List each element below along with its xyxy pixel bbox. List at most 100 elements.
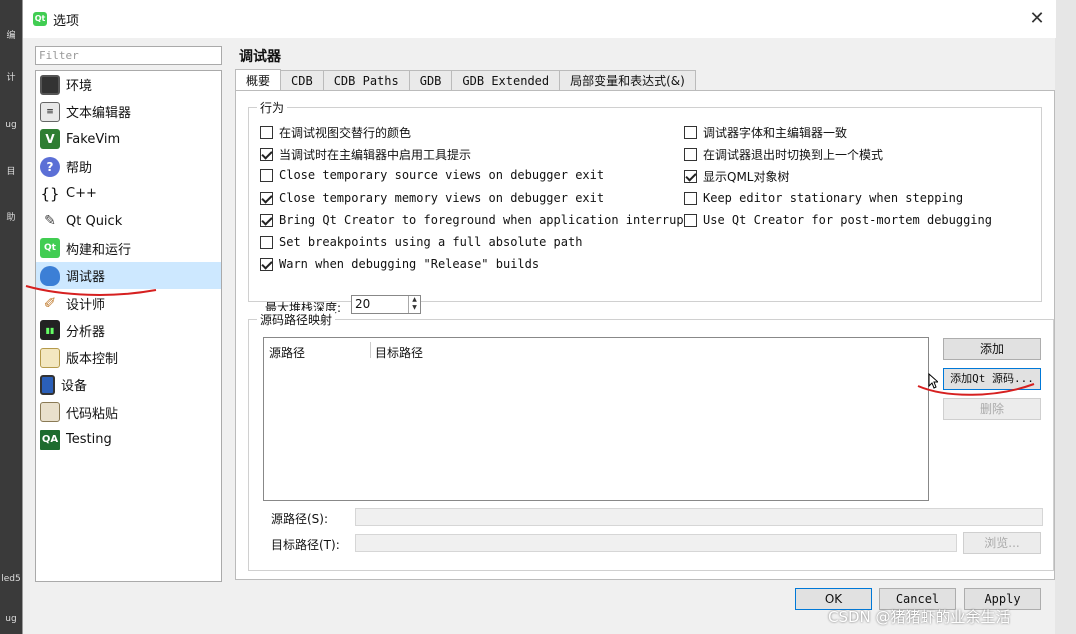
page-title: 调试器 bbox=[239, 49, 281, 65]
checkbox-label: Close temporary source views on debugger… bbox=[279, 168, 605, 182]
target-path-label: 目标路径(T): bbox=[271, 538, 340, 552]
checkbox-box[interactable] bbox=[260, 257, 273, 271]
mode-debug-label[interactable]: ug bbox=[0, 120, 22, 130]
nav-item-devices[interactable]: 设备 bbox=[36, 371, 221, 398]
checkbox-box[interactable] bbox=[260, 168, 273, 182]
stack-depth-value: 20 bbox=[355, 297, 371, 311]
checkbox-box[interactable] bbox=[684, 213, 697, 227]
mode-help-label[interactable]: 助 bbox=[0, 210, 22, 223]
nav-item-build-run[interactable]: Qt 构建和运行 bbox=[36, 235, 221, 262]
mode-edit-label[interactable]: 编 bbox=[0, 28, 22, 41]
checkbox-label: Set breakpoints using a full absolute pa… bbox=[279, 235, 583, 249]
analyzer-icon: ▮▮ bbox=[40, 320, 60, 341]
checkbox-box[interactable] bbox=[684, 148, 697, 161]
close-button[interactable]: ✕ bbox=[1023, 6, 1051, 32]
add-mapping-button[interactable]: 添加 bbox=[943, 338, 1041, 360]
checkbox-label: Warn when debugging "Release" builds bbox=[279, 257, 540, 271]
background-window bbox=[1055, 0, 1076, 634]
nav-item-designer[interactable]: ✐ 设计师 bbox=[36, 289, 221, 316]
nav-item-help[interactable]: ? 帮助 bbox=[36, 153, 221, 180]
nav-item-label: 设计师 bbox=[66, 297, 106, 313]
checkbox-label: Keep editor stationary when stepping bbox=[703, 191, 964, 205]
column-separator bbox=[370, 342, 371, 358]
tab-general[interactable]: 概要 bbox=[235, 69, 282, 91]
keep-editor-stationary-checkbox[interactable]: Keep editor stationary when stepping bbox=[684, 191, 963, 205]
tab-gdb[interactable]: GDB bbox=[408, 70, 453, 91]
add-qt-sources-button[interactable]: 添加Qt 源码... bbox=[943, 368, 1041, 390]
kit-selector-label[interactable]: led5 bbox=[0, 574, 22, 584]
post-mortem-debugging-checkbox[interactable]: Use Qt Creator for post-mortem debugging bbox=[684, 213, 992, 227]
nav-item-label: 文本编辑器 bbox=[66, 106, 132, 122]
filter-input[interactable] bbox=[35, 46, 222, 65]
nav-item-environment[interactable]: 环境 bbox=[36, 71, 221, 98]
checkbox-label: Bring Qt Creator to foreground when appl… bbox=[279, 213, 699, 227]
category-list: 环境 ≡ 文本编辑器 V FakeVim ? 帮助 {} C++ ✎ Qt Qu… bbox=[35, 70, 222, 582]
mode-design-label[interactable]: 计 bbox=[0, 70, 22, 83]
tab-gdb-extended[interactable]: GDB Extended bbox=[451, 70, 561, 91]
ide-mode-bar: 编 计 ug 目 助 led5 ug bbox=[0, 0, 22, 634]
checkbox-box[interactable] bbox=[260, 235, 273, 249]
tab-cdb[interactable]: CDB bbox=[280, 70, 324, 91]
nav-item-code-paste[interactable]: 代码粘贴 bbox=[36, 399, 221, 426]
source-path-field[interactable] bbox=[355, 508, 1043, 526]
source-mapping-group-title: 源码路径映射 bbox=[257, 311, 336, 328]
qa-testing-icon: QA bbox=[40, 429, 60, 450]
absolute-path-breakpoints-checkbox[interactable]: Set breakpoints using a full absolute pa… bbox=[260, 235, 582, 249]
source-mapping-table[interactable]: 源路径 目标路径 bbox=[263, 337, 929, 501]
nav-item-cpp[interactable]: {} C++ bbox=[36, 180, 221, 207]
nav-item-label: C++ bbox=[66, 186, 97, 202]
watermark: CSDN @猪猪虾的业余生活 bbox=[828, 608, 1011, 626]
debugger-font-checkbox[interactable]: 调试器字体和主编辑器一致 bbox=[684, 124, 847, 141]
checkbox-box[interactable] bbox=[684, 191, 697, 205]
checkbox-box[interactable] bbox=[260, 213, 273, 227]
nav-item-label: 帮助 bbox=[66, 161, 93, 177]
nav-item-analyzer[interactable]: ▮▮ 分析器 bbox=[36, 317, 221, 344]
checkbox-box[interactable] bbox=[684, 126, 697, 139]
version-control-icon bbox=[40, 347, 60, 368]
tab-cdb-paths[interactable]: CDB Paths bbox=[322, 70, 410, 91]
nav-item-label: 环境 bbox=[66, 79, 93, 95]
nav-item-fakevim[interactable]: V FakeVim bbox=[36, 126, 221, 153]
build-mode-label[interactable]: ug bbox=[0, 614, 22, 624]
nav-item-qt-quick[interactable]: ✎ Qt Quick bbox=[36, 207, 221, 234]
nav-item-version-control[interactable]: 版本控制 bbox=[36, 344, 221, 371]
browse-button[interactable]: 浏览... bbox=[963, 532, 1041, 554]
checkbox-label: Close temporary memory views on debugger… bbox=[279, 191, 605, 205]
column-header-target[interactable]: 目标路径 bbox=[375, 344, 423, 361]
nav-item-debugger[interactable]: 调试器 bbox=[36, 262, 221, 290]
nav-item-testing[interactable]: QA Testing bbox=[36, 426, 221, 453]
nav-item-text-editor[interactable]: ≡ 文本编辑器 bbox=[36, 98, 221, 125]
remove-mapping-button[interactable]: 删除 bbox=[943, 398, 1041, 420]
column-header-source[interactable]: 源路径 bbox=[269, 344, 305, 361]
spin-arrows-icon[interactable]: ▲ ▼ bbox=[408, 296, 420, 313]
editor-tooltips-checkbox[interactable]: 当调试时在主编辑器中启用工具提示 bbox=[260, 146, 471, 163]
source-path-label: 源路径(S): bbox=[271, 512, 329, 526]
build-run-icon: Qt bbox=[40, 238, 60, 259]
checkbox-box[interactable] bbox=[684, 170, 697, 183]
checkbox-box[interactable] bbox=[260, 126, 273, 139]
behavior-group: 行为 在调试视图交替行的颜色 当调试时在主编辑器中启用工具提示 Close te… bbox=[248, 99, 1042, 315]
text-editor-icon: ≡ bbox=[40, 101, 60, 122]
tab-locals-expressions[interactable]: 局部变量和表达式(&) bbox=[559, 70, 696, 91]
target-path-field[interactable] bbox=[355, 534, 957, 552]
source-mapping-group: 源码路径映射 源路径 目标路径 添加 添加Qt 源码... 删除 源路径(S):… bbox=[248, 311, 1054, 571]
alternate-row-colors-checkbox[interactable]: 在调试视图交替行的颜色 bbox=[260, 124, 411, 141]
checkbox-box[interactable] bbox=[260, 148, 273, 161]
close-memory-views-checkbox[interactable]: Close temporary memory views on debugger… bbox=[260, 191, 604, 205]
qt-quick-icon: ✎ bbox=[44, 213, 56, 230]
bring-to-foreground-checkbox[interactable]: Bring Qt Creator to foreground when appl… bbox=[260, 213, 698, 227]
debugger-icon bbox=[40, 265, 60, 286]
switch-mode-on-exit-checkbox[interactable]: 在调试器退出时切换到上一个模式 bbox=[684, 146, 883, 163]
checkbox-box[interactable] bbox=[260, 191, 273, 205]
dialog-title: 选项 bbox=[53, 14, 80, 29]
tab-panel-general: 行为 在调试视图交替行的颜色 当调试时在主编辑器中启用工具提示 Close te… bbox=[235, 90, 1055, 580]
close-source-views-checkbox[interactable]: Close temporary source views on debugger… bbox=[260, 168, 604, 182]
mode-project-label[interactable]: 目 bbox=[0, 164, 22, 177]
warn-release-builds-checkbox[interactable]: Warn when debugging "Release" builds bbox=[260, 257, 539, 271]
show-qml-object-tree-checkbox[interactable]: 显示QML对象树 bbox=[684, 168, 790, 185]
help-icon: ? bbox=[40, 156, 60, 177]
nav-item-label: 构建和运行 bbox=[66, 242, 132, 258]
checkbox-label: 显示QML对象树 bbox=[703, 170, 790, 184]
braces-icon: {} bbox=[40, 184, 60, 203]
stack-depth-spinbox[interactable]: 20 ▲ ▼ bbox=[351, 295, 421, 314]
